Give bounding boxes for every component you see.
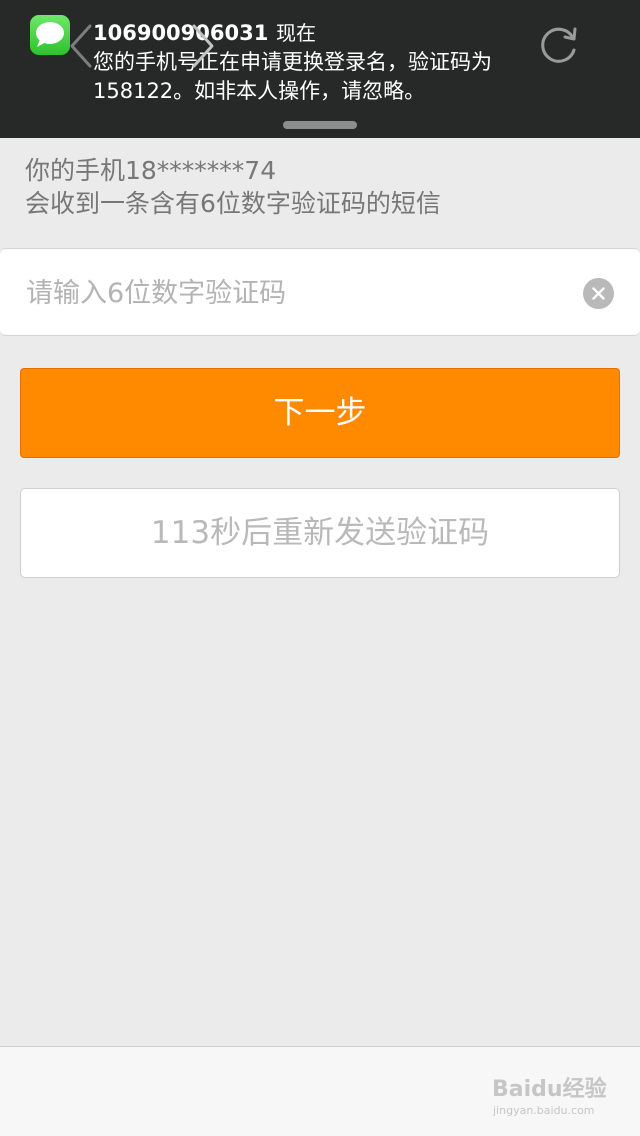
sms-hint-text: 你的手机18*******74 会收到一条含有6位数字验证码的短信 xyxy=(25,154,625,220)
watermark-url: jingyan.baidu.com xyxy=(493,1104,595,1117)
refresh-icon xyxy=(541,27,577,63)
back-button[interactable] xyxy=(62,22,102,70)
chevron-left-icon xyxy=(70,24,92,68)
notification-grabber-handle[interactable] xyxy=(283,121,357,129)
notification-sender: 106900906031 xyxy=(93,21,269,45)
phone-number-hint: 你的手机18*******74 xyxy=(25,156,277,185)
sms-description: 会收到一条含有6位数字验证码的短信 xyxy=(25,189,441,218)
code-input-container xyxy=(0,248,640,336)
notification-time: 现在 xyxy=(276,21,316,45)
next-step-button[interactable]: 下一步 xyxy=(20,368,620,458)
clear-input-button[interactable] xyxy=(583,278,614,309)
chevron-right-icon xyxy=(192,24,214,68)
notification-message-line: 158122。如非本人操作，请忽略。 xyxy=(93,79,426,103)
baidu-jingyan-watermark: Baidu经验 xyxy=(492,1077,607,1102)
forward-button[interactable] xyxy=(182,22,222,70)
refresh-button[interactable] xyxy=(534,20,584,70)
resend-code-button[interactable]: 113秒后重新发送验证码 xyxy=(20,488,620,578)
verification-code-input[interactable] xyxy=(24,263,568,323)
close-icon xyxy=(592,287,605,300)
